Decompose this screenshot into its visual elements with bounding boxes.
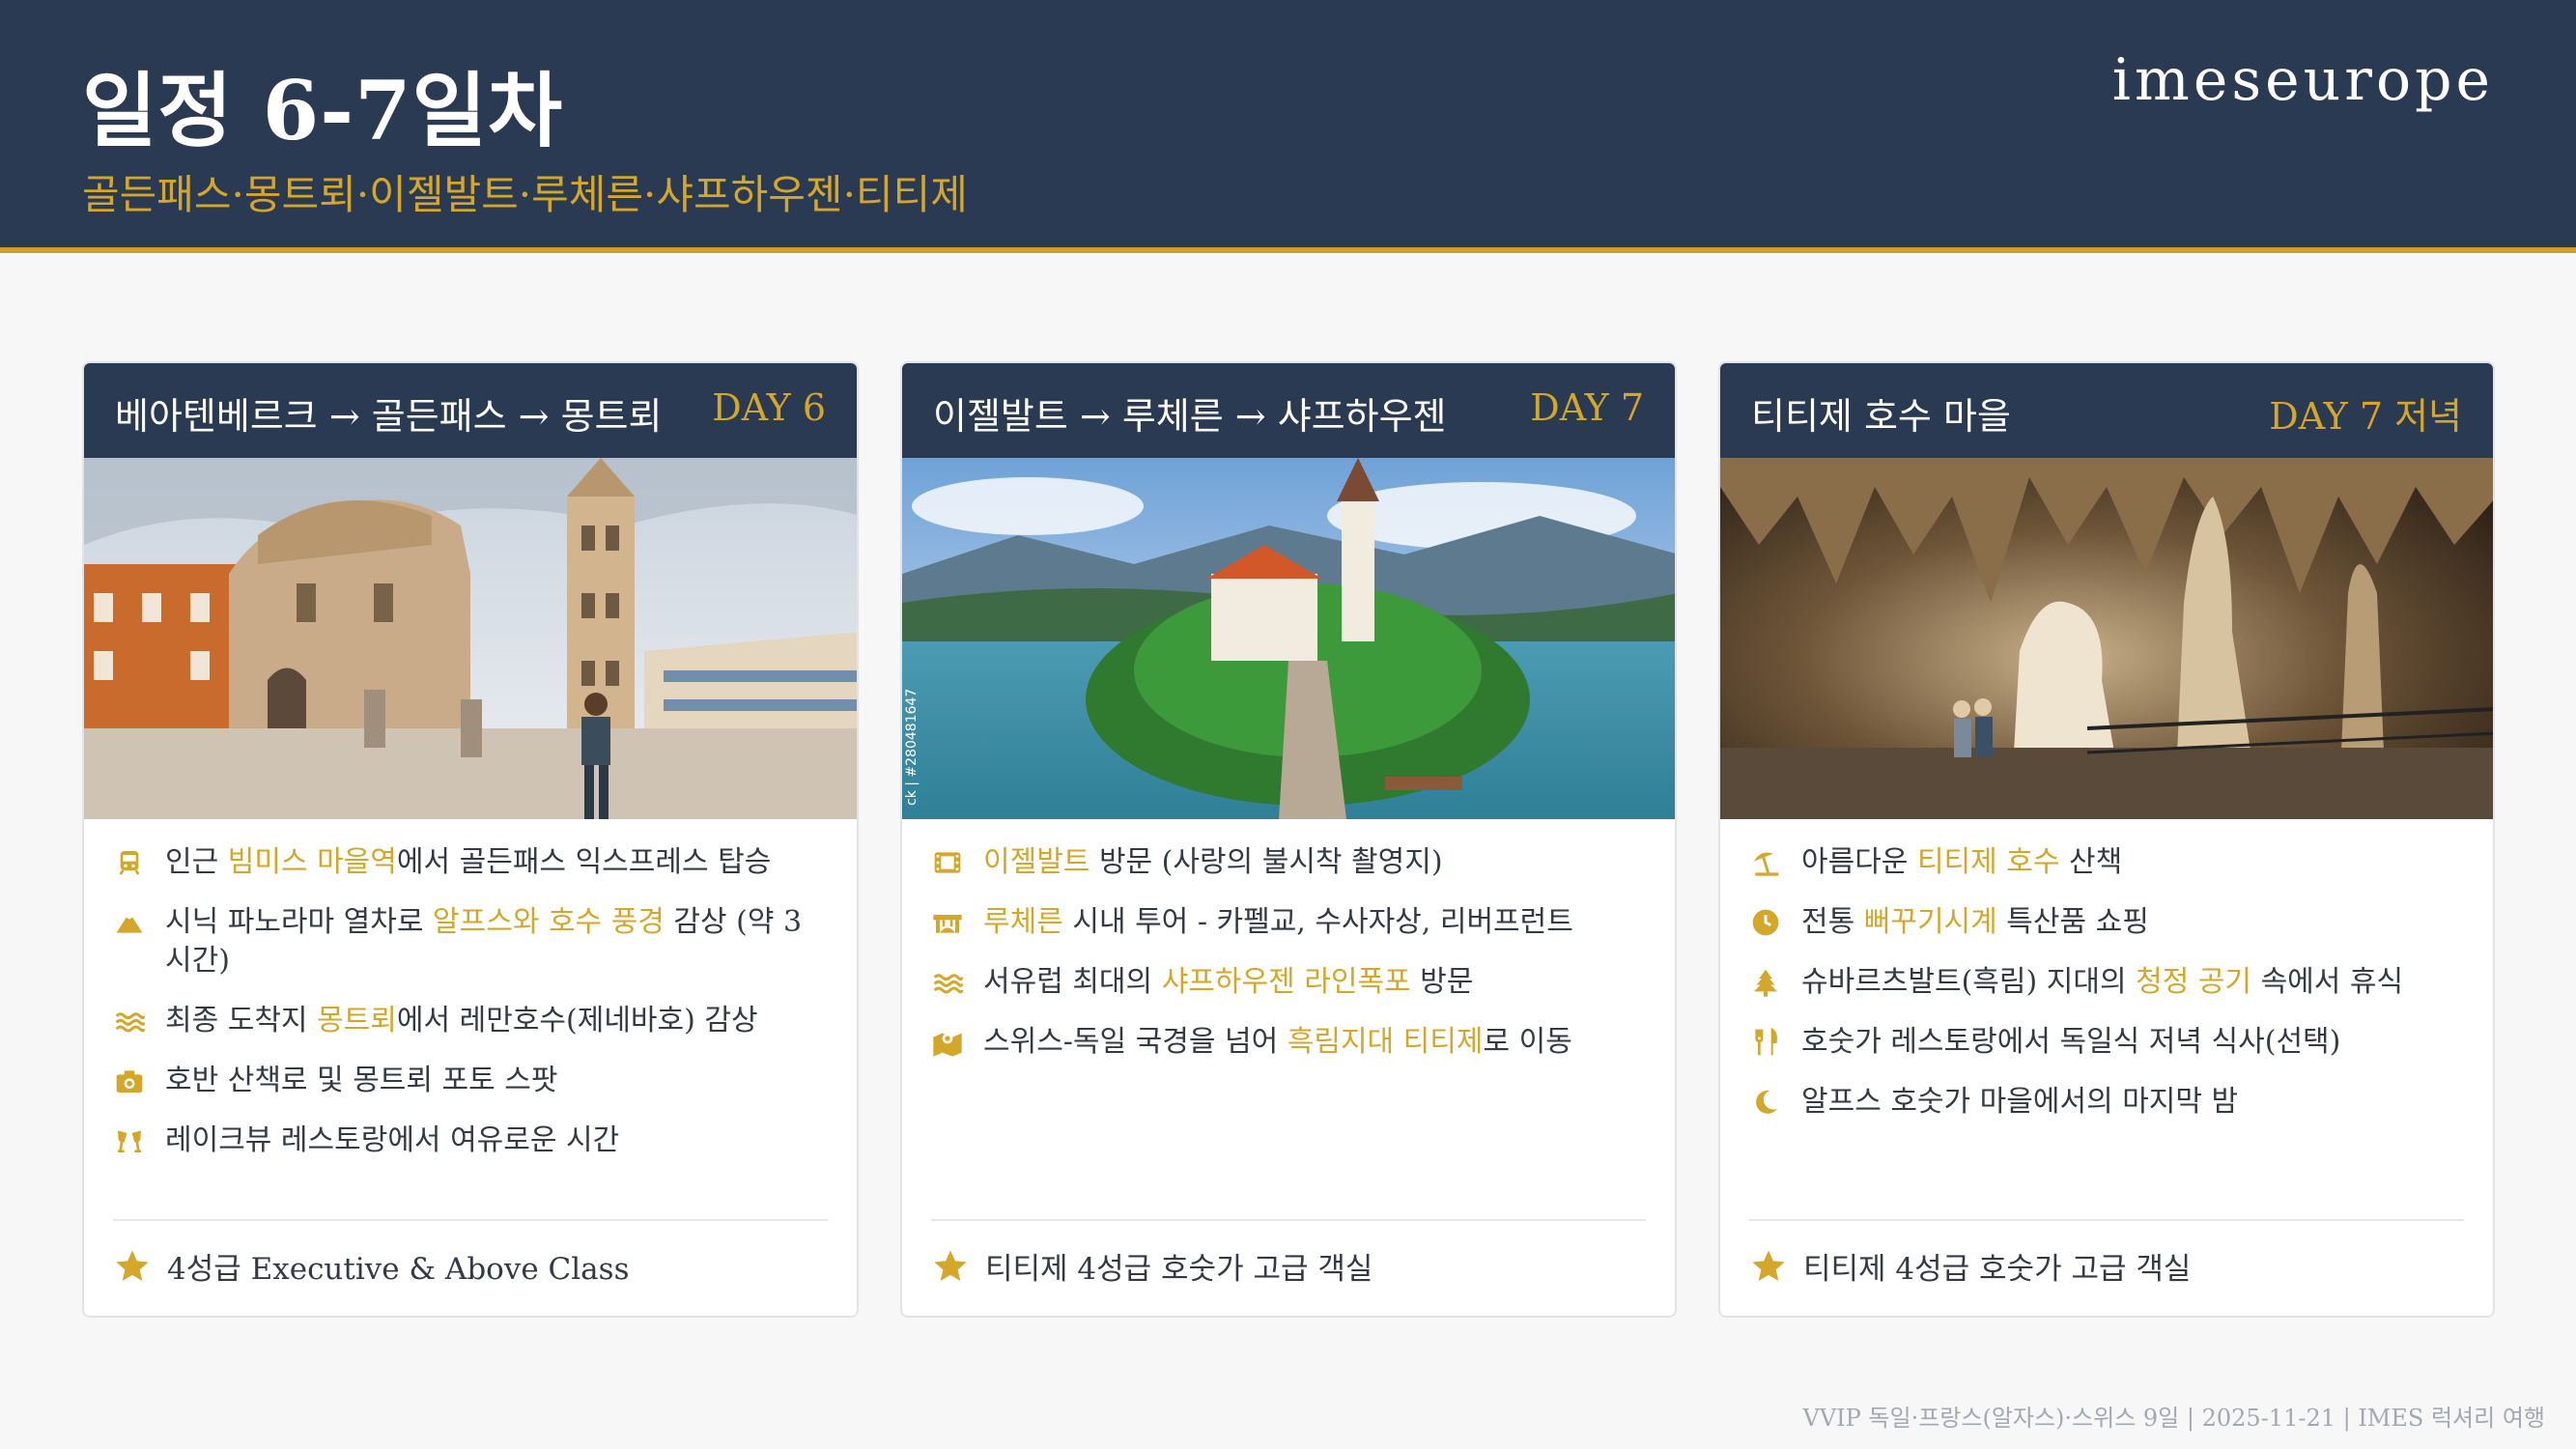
page-subtitle: 골든패스·몽트뢰·이젤발트·루체른·샤프하우젠·티티제 — [82, 171, 968, 218]
header-bar: 일정 6-7일차 골든패스·몽트뢰·이젤발트·루체른·샤프하우젠·티티제 ime… — [0, 0, 2576, 253]
item-highlight: 뻐꾸기시계 — [1863, 905, 1997, 939]
item-text: 시닉 파노라마 열차로 — [165, 905, 434, 939]
utensils-icon — [1749, 1023, 1782, 1062]
item-text: 호반 산책로 및 몽트뢰 포토 스팟 — [165, 1064, 558, 1097]
page-title: 일정 6-7일차 — [82, 63, 564, 158]
item-text: 방문 — [1410, 965, 1474, 999]
card-title: 이젤발트 → 루체른 → 샤프하우젠 — [933, 395, 1447, 438]
image-watermark: ck | #280481647 — [904, 689, 920, 806]
item-text: 스위스-독일 국경을 넘어 — [983, 1025, 1288, 1059]
card-day-label: DAY 7 — [1530, 386, 1644, 429]
moon-icon — [1749, 1083, 1782, 1122]
item-text: 에서 레만호수(제네바호) 감상 — [396, 1004, 758, 1037]
item-text: 아름다운 — [1801, 845, 1917, 879]
card-header: 티티제 호수 마을 DAY 7 저녁 — [1720, 363, 2493, 458]
water-icon — [931, 963, 964, 1002]
item-text: 시내 투어 - 카펠교, 수사자상, 리버프런트 — [1062, 905, 1573, 939]
item-highlight: 알프스와 호수 풍경 — [433, 905, 665, 939]
star-icon — [1752, 1249, 1785, 1281]
mountain-icon — [113, 903, 146, 942]
camera-icon — [113, 1062, 146, 1100]
star-icon — [116, 1249, 149, 1281]
hotel-text: 티티제 4성급 호숫가 고급 객실 — [1803, 1252, 2192, 1287]
card-header: 이젤발트 → 루체른 → 샤프하우젠 DAY 7 — [902, 363, 1675, 458]
hotel-text: 4성급 Executive & Above Class — [167, 1252, 630, 1287]
card-day-label: DAY 6 — [712, 386, 826, 429]
card-image-lake-island: ck | #280481647 — [902, 458, 1675, 819]
card-day-label: DAY 7 저녁 — [2269, 395, 2462, 438]
glasses-cheers-icon — [113, 1122, 146, 1160]
list-item: 호숫가 레스토랑에서 독일식 저녁 식사(선택) — [1749, 1023, 2464, 1062]
item-highlight: 티티제 호수 — [1916, 845, 2060, 879]
clock-icon — [1749, 903, 1782, 942]
item-highlight: 몽트뢰 — [317, 1004, 397, 1037]
card-footer: 4성급 Executive & Above Class — [113, 1219, 828, 1288]
item-highlight: 샤프하우젠 라인폭포 — [1161, 965, 1411, 999]
item-highlight: 이젤발트 — [983, 845, 1090, 879]
card-header: 베아텐베르크 → 골든패스 → 몽트뢰 DAY 6 — [84, 363, 857, 458]
hotel-text: 티티제 4성급 호숫가 고급 객실 — [985, 1252, 1373, 1287]
card-image-rotunda — [84, 458, 857, 819]
list-item: 레이크뷰 레스토랑에서 여유로운 시간 — [113, 1122, 828, 1160]
card-title: 베아텐베르크 → 골든패스 → 몽트뢰 — [115, 395, 663, 438]
bridge-icon — [931, 903, 964, 942]
item-text: 산책 — [2059, 845, 2123, 879]
item-text: 레이크뷰 레스토랑에서 여유로운 시간 — [165, 1123, 620, 1157]
footer-note: VVIP 독일·프랑스(알자스)·스위스 9일 | 2025-11-21 | I… — [1802, 1405, 2546, 1432]
train-icon — [113, 843, 146, 882]
list-item: 시닉 파노라마 열차로 알프스와 호수 풍경 감상 (약 3시간) — [113, 903, 828, 980]
list-item: 인근 빔미스 마을역에서 골든패스 익스프레스 탑승 — [113, 843, 828, 882]
day-card-2: 이젤발트 → 루체른 → 샤프하우젠 DAY 7 ck | #280481647 — [900, 361, 1677, 1318]
item-text: 알프스 호숫가 마을에서의 마지막 밤 — [1801, 1085, 2239, 1119]
item-text: 서유럽 최대의 — [983, 965, 1162, 999]
brand-logo: imeseurope — [2111, 46, 2494, 114]
card-footer: 티티제 4성급 호숫가 고급 객실 — [931, 1219, 1646, 1288]
list-item: 스위스-독일 국경을 넘어 흑림지대 티티제로 이동 — [931, 1023, 1646, 1062]
item-highlight: 루체른 — [983, 905, 1063, 939]
item-highlight: 빔미스 마을역 — [227, 845, 397, 879]
list-item: 서유럽 최대의 샤프하우젠 라인폭포 방문 — [931, 963, 1646, 1002]
item-text: 방문 (사랑의 불시착 촬영지) — [1090, 845, 1443, 879]
card-item-list: 이젤발트 방문 (사랑의 불시착 촬영지) 루체른 시내 투어 - 카펠교, 수… — [931, 843, 1646, 1083]
card-footer: 티티제 4성급 호숫가 고급 객실 — [1749, 1219, 2464, 1288]
item-text: 인근 — [165, 845, 228, 879]
item-text: 로 이동 — [1483, 1025, 1572, 1059]
card-title: 티티제 호수 마을 — [1751, 395, 2011, 438]
list-item: 아름다운 티티제 호수 산책 — [1749, 843, 2464, 882]
list-item: 최종 도착지 몽트뢰에서 레만호수(제네바호) 감상 — [113, 1002, 828, 1040]
item-text: 호숫가 레스토랑에서 독일식 저녁 식사(선택) — [1801, 1025, 2341, 1059]
list-item: 알프스 호숫가 마을에서의 마지막 밤 — [1749, 1083, 2464, 1122]
list-item: 호반 산책로 및 몽트뢰 포토 스팟 — [113, 1062, 828, 1100]
item-text: 슈바르츠발트(흑림) 지대의 — [1801, 965, 2137, 999]
day-card-1: 베아텐베르크 → 골든패스 → 몽트뢰 DAY 6 인근 빔미스 마을역에서 골… — [82, 361, 859, 1318]
card-image-cave — [1720, 458, 2493, 819]
item-highlight: 청정 공기 — [2136, 965, 2252, 999]
star-icon — [934, 1249, 967, 1281]
water-icon — [113, 1002, 146, 1040]
item-highlight: 흑림지대 티티제 — [1287, 1025, 1484, 1059]
item-text: 에서 골든패스 익스프레스 탑승 — [396, 845, 772, 879]
umbrella-beach-icon — [1749, 843, 1782, 882]
list-item: 슈바르츠발트(흑림) 지대의 청정 공기 속에서 휴식 — [1749, 963, 2464, 1002]
item-text: 특산품 쇼핑 — [1996, 905, 2149, 939]
day-card-3: 티티제 호수 마을 DAY 7 저녁 아름다운 티티제 호수 산책 전통 뻐꾸기… — [1718, 361, 2495, 1318]
list-item: 루체른 시내 투어 - 카펠교, 수사자상, 리버프런트 — [931, 903, 1646, 942]
list-item: 이젤발트 방문 (사랑의 불시착 촬영지) — [931, 843, 1646, 882]
list-item: 전통 뻐꾸기시계 특산품 쇼핑 — [1749, 903, 2464, 942]
item-text: 최종 도착지 — [165, 1004, 318, 1037]
card-item-list: 아름다운 티티제 호수 산책 전통 뻐꾸기시계 특산품 쇼핑 슈바르츠발트(흑림… — [1749, 843, 2464, 1143]
item-text: 전통 — [1801, 905, 1864, 939]
map-marked-icon — [931, 1023, 964, 1062]
tree-icon — [1749, 963, 1782, 1002]
film-icon — [931, 843, 964, 882]
card-item-list: 인근 빔미스 마을역에서 골든패스 익스프레스 탑승 시닉 파노라마 열차로 알… — [113, 843, 828, 1181]
item-text: 속에서 휴식 — [2251, 965, 2404, 999]
